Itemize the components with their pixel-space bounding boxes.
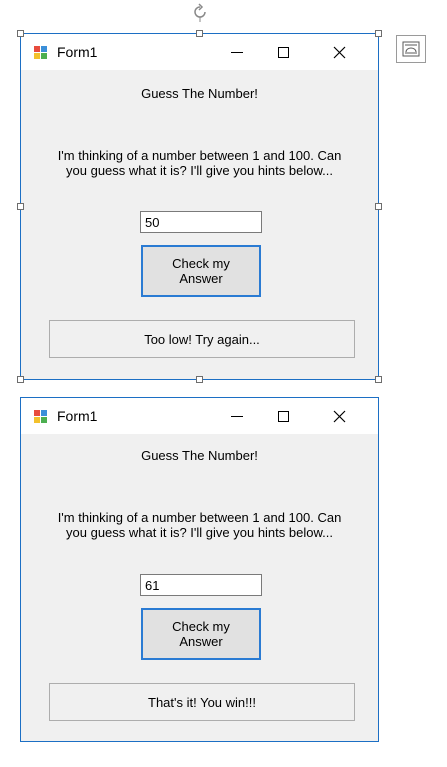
minimize-button[interactable]	[214, 398, 260, 434]
title-bar[interactable]: Form1	[21, 398, 378, 434]
smart-tag-button[interactable]	[396, 35, 426, 63]
title-bar[interactable]: Form1	[21, 34, 378, 70]
guess-input[interactable]	[140, 574, 262, 596]
check-answer-button[interactable]: Check my Answer	[141, 608, 261, 660]
resize-handle[interactable]	[17, 376, 24, 383]
maximize-icon	[277, 410, 289, 422]
resize-handle[interactable]	[17, 203, 24, 210]
form-app-icon	[34, 410, 47, 423]
form2-window[interactable]: Form1 Guess The Number! I'm thinking of …	[20, 397, 379, 742]
heading-label: Guess The Number!	[141, 448, 258, 463]
check-answer-button[interactable]: Check my Answer	[141, 245, 261, 297]
close-button[interactable]	[316, 398, 362, 434]
minimize-button[interactable]	[214, 34, 260, 70]
result-label: Too low! Try again...	[49, 320, 355, 358]
maximize-button[interactable]	[260, 398, 306, 434]
maximize-button[interactable]	[260, 34, 306, 70]
minimize-icon	[231, 51, 243, 53]
resize-handle[interactable]	[196, 376, 203, 383]
rotate-handle-icon[interactable]	[190, 2, 210, 22]
resize-handle[interactable]	[17, 30, 24, 37]
close-icon	[333, 410, 345, 422]
resize-handle[interactable]	[375, 203, 382, 210]
form-app-icon	[34, 46, 47, 59]
close-icon	[333, 46, 345, 58]
description-label: I'm thinking of a number between 1 and 1…	[57, 148, 342, 178]
result-label: That's it! You win!!!	[49, 683, 355, 721]
close-button[interactable]	[316, 34, 362, 70]
description-label: I'm thinking of a number between 1 and 1…	[57, 510, 342, 540]
window-title: Form1	[57, 408, 98, 424]
guess-input[interactable]	[140, 211, 262, 233]
window-title: Form1	[57, 44, 98, 60]
resize-handle[interactable]	[375, 376, 382, 383]
maximize-icon	[277, 46, 289, 58]
resize-handle[interactable]	[375, 30, 382, 37]
smart-tag-icon	[402, 41, 420, 57]
resize-handle[interactable]	[196, 30, 203, 37]
form1-window[interactable]: Form1 Guess The Number! I'm thinking of …	[20, 33, 379, 380]
heading-label: Guess The Number!	[141, 86, 258, 101]
minimize-icon	[231, 415, 243, 417]
